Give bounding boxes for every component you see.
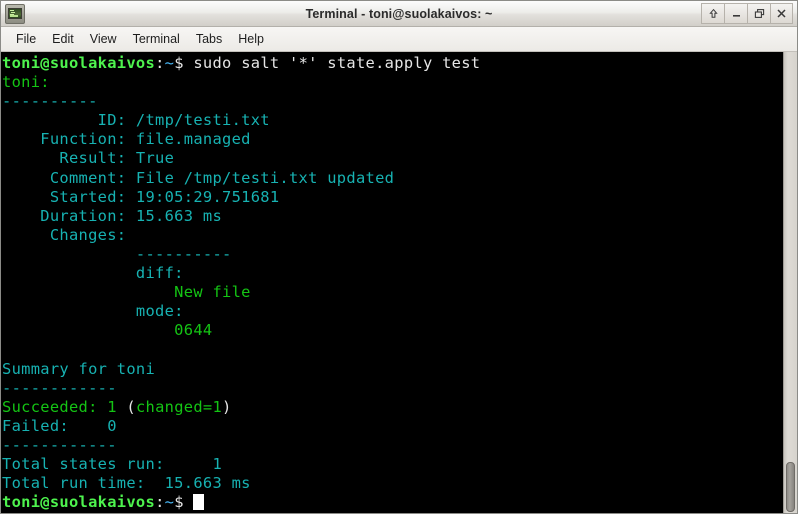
terminal-line: ----------	[2, 245, 783, 264]
terminal-line: mode:	[2, 302, 783, 321]
terminal-text: Started: 19:05:29.751681	[2, 187, 280, 206]
window-controls	[701, 3, 795, 25]
maximize-icon	[754, 9, 764, 18]
scrollbar-thumb[interactable]	[786, 462, 795, 512]
terminal-icon-screen	[8, 8, 22, 19]
terminal-text: Total states run: 1	[2, 454, 223, 473]
terminal-line: Duration: 15.663 ms	[2, 207, 783, 226]
terminal-text: Succeeded: 1	[2, 397, 127, 416]
menu-help[interactable]: Help	[230, 30, 272, 48]
terminal-line: Total run time: 15.663 ms	[2, 474, 783, 493]
terminal-text: Summary for toni	[2, 359, 156, 378]
menubar: File Edit View Terminal Tabs Help	[1, 27, 797, 52]
terminal-line: 0644	[2, 321, 783, 340]
terminal-line: ID: /tmp/testi.txt	[2, 111, 783, 130]
prompt-user-host: toni@suolakaivos	[2, 493, 156, 512]
close-button[interactable]	[770, 3, 793, 24]
terminal-cursor	[193, 494, 204, 511]
window-title: Terminal - toni@suolakaivos: ~	[305, 6, 493, 21]
terminal-prompt-line: toni@suolakaivos:~$	[2, 493, 783, 512]
terminal-text: Changes:	[2, 225, 156, 244]
terminal-icon	[5, 3, 25, 24]
terminal-text: diff:	[2, 264, 184, 283]
terminal-text: )	[222, 397, 232, 416]
terminal-text: changed=1	[135, 397, 223, 416]
terminal-line: Comment: File /tmp/testi.txt updated	[2, 169, 783, 188]
prompt-sigil: $	[174, 493, 184, 512]
terminal-line: Total states run: 1	[2, 455, 783, 474]
prompt-path: ~	[164, 493, 175, 512]
terminal-text: ----------	[2, 244, 232, 263]
terminal-text: ----------	[2, 92, 98, 111]
maximize-button[interactable]	[747, 3, 770, 24]
terminal-scrollbar[interactable]	[783, 52, 797, 513]
terminal-line: ----------	[2, 92, 783, 111]
terminal-text: (	[126, 397, 136, 416]
terminal-line: Changes:	[2, 226, 783, 245]
terminal-line: Summary for toni	[2, 360, 783, 379]
terminal-line: ------------	[2, 436, 783, 455]
terminal-area: toni@suolakaivos:~$ sudo salt '*' state.…	[1, 52, 797, 513]
terminal-text: Comment: File /tmp/testi.txt updated	[2, 168, 395, 187]
terminal-text: Total run time: 15.663 ms	[2, 474, 251, 493]
terminal-output[interactable]: toni@suolakaivos:~$ sudo salt '*' state.…	[1, 52, 783, 513]
terminal-line: New file	[2, 283, 783, 302]
prompt-colon: :	[155, 493, 165, 512]
prompt-user-host: toni@suolakaivos	[2, 54, 156, 72]
terminal-text: 0644	[2, 321, 213, 340]
terminal-window: Terminal - toni@suolakaivos: ~ File Edit…	[0, 0, 798, 514]
shade-arrow-icon	[708, 8, 718, 18]
terminal-line: Function: file.managed	[2, 130, 783, 149]
terminal-text: Failed: 0	[2, 416, 117, 435]
menu-tabs[interactable]: Tabs	[188, 30, 230, 48]
menu-terminal[interactable]: Terminal	[125, 30, 188, 48]
terminal-text: New file	[2, 283, 251, 302]
shade-button[interactable]	[701, 3, 724, 24]
terminal-text: ID: /tmp/testi.txt	[2, 111, 270, 130]
terminal-prompt-line: toni@suolakaivos:~$ sudo salt '*' state.…	[2, 54, 783, 73]
menu-edit[interactable]: Edit	[44, 30, 82, 48]
terminal-text: ------------	[2, 378, 117, 397]
menu-file[interactable]: File	[8, 30, 44, 48]
terminal-line: Started: 19:05:29.751681	[2, 188, 783, 207]
prompt-path: ~	[164, 54, 175, 72]
terminal-text: Result: True	[2, 149, 175, 168]
prompt-colon: :	[155, 54, 165, 72]
minimize-icon	[732, 15, 740, 17]
terminal-command: sudo salt '*' state.apply test	[183, 54, 481, 72]
terminal-text: toni:	[2, 73, 50, 92]
terminal-line: Result: True	[2, 149, 783, 168]
minimize-button[interactable]	[724, 3, 747, 24]
terminal-text: Function: file.managed	[2, 130, 251, 149]
terminal-text: ------------	[2, 435, 117, 454]
terminal-text: Duration: 15.663 ms	[2, 206, 223, 225]
menu-view[interactable]: View	[82, 30, 125, 48]
titlebar[interactable]: Terminal - toni@suolakaivos: ~	[1, 1, 797, 27]
terminal-line: toni:	[2, 73, 783, 92]
terminal-line: diff:	[2, 264, 783, 283]
terminal-line: Succeeded: 1 (changed=1)	[2, 398, 783, 417]
prompt-sigil: $	[174, 54, 184, 72]
terminal-line: Failed: 0	[2, 417, 783, 436]
terminal-text: mode:	[2, 302, 184, 321]
close-icon	[777, 9, 786, 18]
terminal-line: ------------	[2, 379, 783, 398]
